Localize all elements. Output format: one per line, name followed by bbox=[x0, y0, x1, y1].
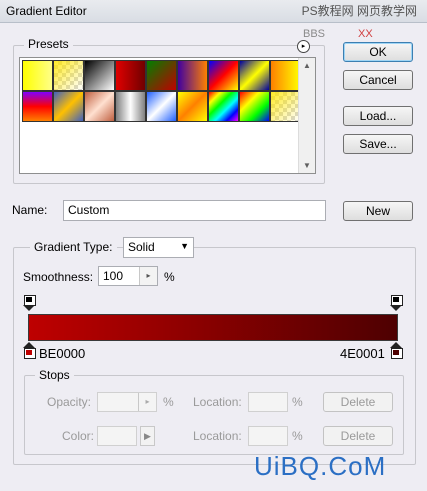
ok-button[interactable]: OK bbox=[343, 42, 413, 62]
preset-swatch[interactable] bbox=[177, 91, 208, 122]
delete-color-stop-button[interactable]: Delete bbox=[323, 426, 393, 446]
color-stop-right-box bbox=[391, 348, 403, 359]
load-button[interactable]: Load... bbox=[343, 106, 413, 126]
delete-opacity-stop-button[interactable]: Delete bbox=[323, 392, 393, 412]
smoothness-value: 100 bbox=[103, 269, 124, 283]
cancel-button[interactable]: Cancel bbox=[343, 70, 413, 90]
presets-menu-icon[interactable]: ▸ bbox=[297, 40, 310, 53]
opacity-stop-right-pointer bbox=[390, 305, 402, 311]
color-swatch-field[interactable] bbox=[97, 426, 137, 446]
name-label: Name: bbox=[12, 203, 48, 217]
color-stop-left-box bbox=[24, 348, 36, 359]
watermark-sub: BBS bbox=[303, 28, 326, 40]
scroll-down-icon[interactable]: ▼ bbox=[303, 161, 311, 170]
preset-swatch[interactable] bbox=[115, 60, 146, 91]
preset-swatch[interactable] bbox=[146, 60, 177, 91]
preset-swatch[interactable] bbox=[208, 60, 239, 91]
watermark-close-mark: XX bbox=[358, 28, 373, 40]
smoothness-label: Smoothness: bbox=[23, 270, 94, 284]
opacity-location-field[interactable] bbox=[248, 392, 288, 412]
preset-swatch[interactable] bbox=[22, 91, 53, 122]
scroll-up-icon[interactable]: ▲ bbox=[303, 61, 311, 70]
smoothness-stepper-icon[interactable]: ▸ bbox=[139, 267, 157, 285]
watermark-top: PS教程网 网页教学网 bbox=[302, 2, 417, 19]
color-label: Color: bbox=[62, 429, 95, 443]
color-stop-left[interactable] bbox=[23, 342, 36, 359]
preset-swatch[interactable] bbox=[53, 60, 84, 91]
stops-legend: Stops bbox=[35, 368, 74, 382]
color-location-field[interactable] bbox=[248, 426, 288, 446]
color-picker-arrow-icon[interactable]: ▶ bbox=[140, 426, 155, 446]
start-color-label: BE0000 bbox=[39, 346, 86, 361]
preset-swatch[interactable] bbox=[270, 60, 301, 91]
opacity-unit: % bbox=[163, 395, 174, 409]
preset-swatch[interactable] bbox=[146, 91, 177, 122]
smoothness-field[interactable]: 100 ▸ bbox=[98, 266, 158, 286]
preset-swatch[interactable] bbox=[270, 91, 301, 122]
opacity-label: Opacity: bbox=[47, 395, 92, 409]
end-color-label: 4E0001 bbox=[340, 346, 385, 361]
watermark-top-text: PS教程网 网页教学网 bbox=[301, 4, 417, 18]
preset-swatch[interactable] bbox=[22, 60, 53, 91]
opacity-location-unit: % bbox=[292, 395, 303, 409]
color-location-unit: % bbox=[292, 429, 303, 443]
preset-swatch[interactable] bbox=[84, 91, 115, 122]
preset-swatch[interactable] bbox=[177, 60, 208, 91]
gradient-type-value: Solid bbox=[128, 240, 155, 254]
title-bar: Gradient Editor PS教程网 网页教学网 bbox=[0, 0, 427, 23]
opacity-stop-left[interactable] bbox=[23, 295, 36, 311]
gradient-type-select[interactable]: Solid ▼ bbox=[123, 237, 194, 258]
new-button[interactable]: New bbox=[343, 201, 413, 221]
opacity-field[interactable]: ▸ bbox=[97, 392, 157, 412]
gradient-preview-bar[interactable] bbox=[28, 314, 398, 341]
presets-scrollbar[interactable]: ▲ ▼ bbox=[298, 58, 315, 173]
preset-swatch[interactable] bbox=[239, 91, 270, 122]
preset-swatch[interactable] bbox=[115, 91, 146, 122]
watermark-bottom: UiBQ.CoM bbox=[254, 451, 387, 481]
preset-swatch[interactable] bbox=[84, 60, 115, 91]
gradient-type-label: Gradient Type: bbox=[30, 240, 117, 254]
preset-swatch[interactable] bbox=[208, 91, 239, 122]
name-field[interactable]: Custom bbox=[63, 200, 326, 221]
smoothness-unit: % bbox=[164, 270, 175, 284]
chevron-down-icon: ▼ bbox=[180, 241, 189, 251]
preset-swatch[interactable] bbox=[53, 91, 84, 122]
window-title: Gradient Editor bbox=[6, 4, 87, 18]
color-location-label: Location: bbox=[193, 429, 242, 443]
preset-swatch[interactable] bbox=[239, 60, 270, 91]
opacity-location-label: Location: bbox=[193, 395, 242, 409]
opacity-stepper-icon[interactable]: ▸ bbox=[138, 393, 156, 411]
color-stop-right[interactable] bbox=[390, 342, 403, 359]
presets-swatch-grid: ▲ ▼ bbox=[19, 57, 316, 174]
save-button[interactable]: Save... bbox=[343, 134, 413, 154]
presets-legend: Presets bbox=[24, 37, 73, 51]
opacity-stop-right[interactable] bbox=[390, 295, 403, 311]
opacity-stop-left-pointer bbox=[23, 305, 35, 311]
